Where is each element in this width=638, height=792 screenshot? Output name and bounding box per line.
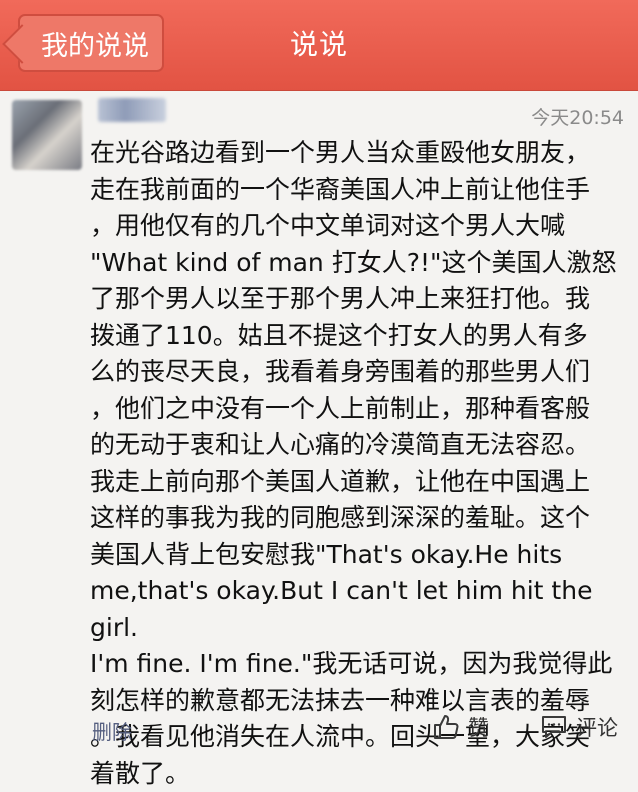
thumbs-up-icon (432, 713, 460, 741)
back-button[interactable]: 我的说说 (18, 14, 164, 72)
comment-button[interactable]: 评论 (540, 712, 618, 742)
like-label: 赞 (468, 716, 489, 740)
comment-bubble-icon (540, 713, 568, 741)
back-button-label: 我的说说 (41, 30, 149, 62)
avatar[interactable] (12, 100, 82, 170)
top-bar: 我的说说 说说 (0, 0, 638, 91)
delete-button[interactable]: 删除 (92, 716, 132, 745)
like-button[interactable]: 赞 (432, 712, 489, 742)
post-body-text: 在光谷路边看到一个男人当众重殴他女朋友， 走在我前面的一个华裔美国人冲上前让他住… (90, 138, 617, 788)
post-timestamp: 今天20:54 (531, 107, 624, 129)
username-blurred[interactable] (98, 98, 166, 122)
comment-label: 评论 (576, 716, 618, 740)
